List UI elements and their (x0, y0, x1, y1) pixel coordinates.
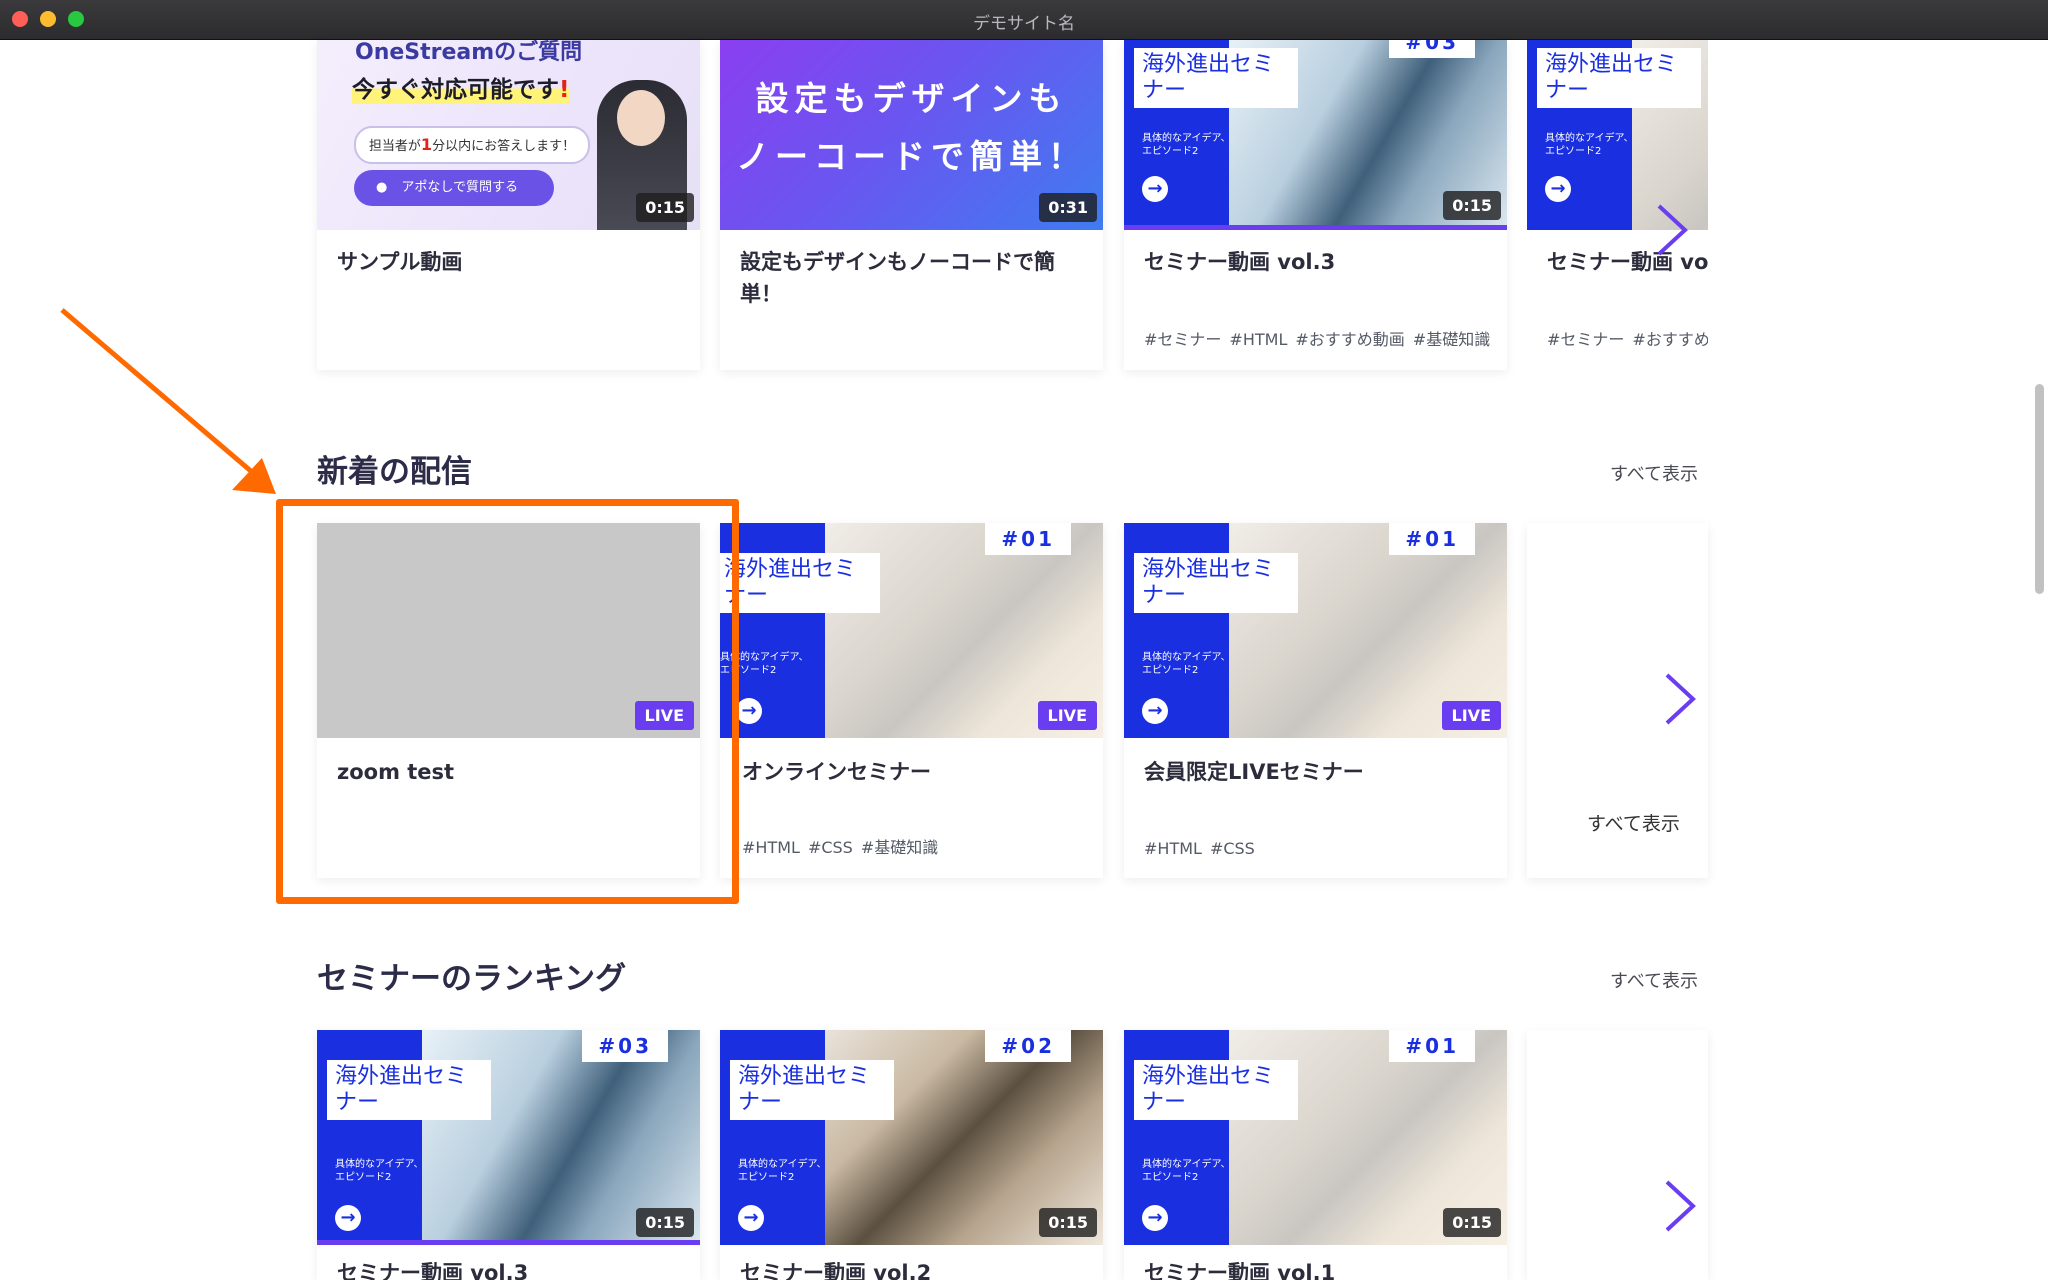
annotation-highlight-box (276, 499, 739, 904)
